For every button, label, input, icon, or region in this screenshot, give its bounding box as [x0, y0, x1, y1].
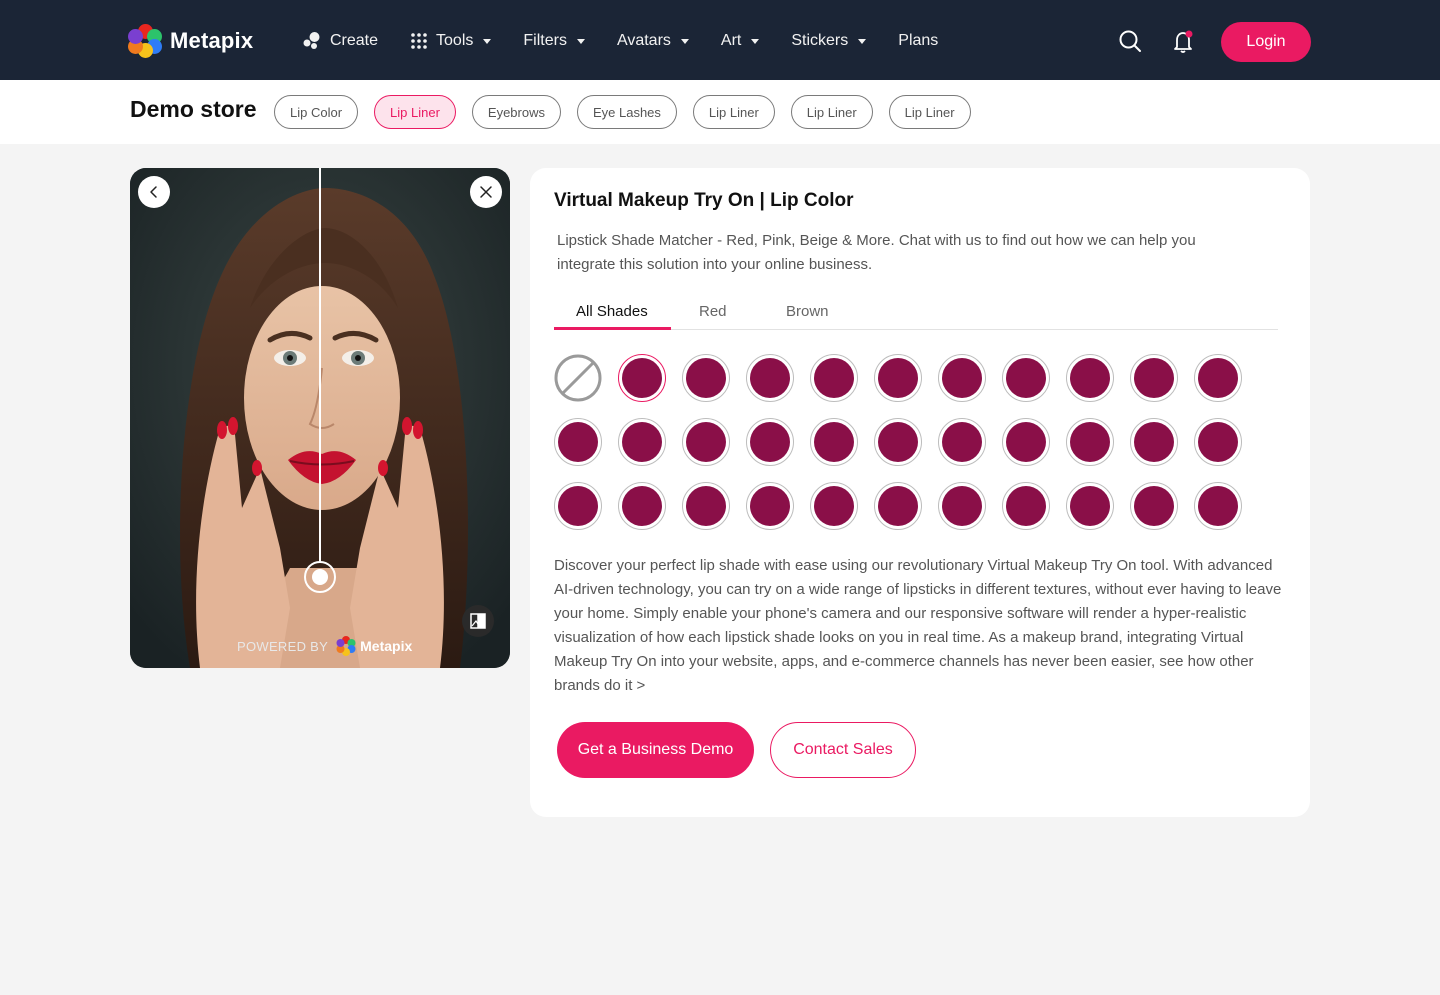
category-chip[interactable]: Eyebrows [471, 95, 561, 129]
shade-swatch[interactable] [1066, 418, 1114, 466]
category-bar: Demo store Lip Color Lip Liner Eyebrows Eye… [0, 80, 1440, 144]
business-demo-button[interactable]: Get a Business Demo [557, 722, 754, 778]
shade-swatch[interactable] [1194, 354, 1242, 402]
powered-by-badge: POWERED BY Metapix [237, 636, 412, 656]
shade-swatch[interactable] [1066, 482, 1114, 530]
shade-swatch[interactable] [746, 354, 794, 402]
brand-logo[interactable]: Metapix [128, 24, 253, 58]
shade-swatch[interactable] [938, 418, 986, 466]
compare-slider-handle[interactable] [304, 561, 336, 593]
logo-mark-icon [128, 24, 162, 58]
shade-swatch[interactable] [1130, 482, 1178, 530]
grid-icon [411, 33, 427, 49]
shade-swatch[interactable] [746, 482, 794, 530]
nav-item-label: Create [330, 32, 379, 49]
caret-down-icon [751, 38, 760, 44]
nav-item-label: Filters [523, 32, 567, 49]
shade-swatch[interactable] [1002, 482, 1050, 530]
try-on-viewer[interactable]: POWERED BY Metapix [130, 168, 510, 668]
product-title: Virtual Makeup Try On | Lip Color [554, 190, 854, 211]
nav-item-label: Art [720, 32, 742, 49]
shade-swatch[interactable] [554, 482, 602, 530]
caret-down-icon [483, 38, 492, 44]
powered-logo: Metapix [336, 636, 412, 656]
active-tab-indicator [554, 327, 671, 330]
category-chip[interactable]: Lip Liner [692, 95, 775, 129]
logo-text: Metapix [170, 28, 254, 53]
nav-item-label: Stickers [791, 32, 849, 49]
shade-swatch[interactable] [1066, 354, 1114, 402]
shade-tabs: All Shades Red Brown [554, 296, 1278, 330]
category-chip[interactable]: Lip Color [274, 95, 359, 129]
shade-swatch[interactable] [938, 482, 986, 530]
close-icon[interactable] [470, 176, 502, 208]
product-info-card: Virtual Makeup Try On | Lip Color Lipsti… [530, 168, 1310, 817]
shade-swatch[interactable] [1194, 482, 1242, 530]
create-icon [303, 32, 320, 49]
shade-swatch[interactable] [1130, 354, 1178, 402]
category-chip[interactable]: Lip Liner [888, 95, 971, 129]
nav-item-art[interactable]: Art [720, 28, 760, 54]
shade-swatch[interactable] [810, 482, 858, 530]
shade-swatch[interactable] [746, 418, 794, 466]
category-chips: Lip Color Lip Liner Eyebrows Eye Lashes Lip … [274, 95, 971, 129]
nav-item-filters[interactable]: Filters [523, 28, 585, 54]
powered-by-label: POWERED BY [237, 638, 329, 654]
search-icon[interactable] [1118, 28, 1142, 54]
no-shade-icon[interactable] [554, 354, 602, 402]
shade-swatch[interactable] [1130, 418, 1178, 466]
shade-swatch[interactable] [874, 418, 922, 466]
compare-icon[interactable] [462, 605, 494, 637]
shade-swatch[interactable] [938, 354, 986, 402]
caret-down-icon [858, 38, 867, 44]
nav-item-avatars[interactable]: Avatars [617, 28, 689, 54]
shade-swatch[interactable] [810, 418, 858, 466]
shade-swatch[interactable] [554, 418, 602, 466]
nav-item-label: Avatars [616, 32, 671, 49]
tab-red[interactable]: Red [699, 303, 727, 320]
nav-item-plans[interactable]: Plans [898, 28, 938, 54]
shade-swatch[interactable] [1002, 418, 1050, 466]
shade-swatch[interactable] [874, 354, 922, 402]
mini-logo-icon [336, 636, 356, 656]
chevron-left-icon[interactable] [138, 176, 170, 208]
category-chip[interactable]: Eye Lashes [576, 95, 677, 129]
tab-brown[interactable]: Brown [786, 303, 829, 320]
compare-divider [319, 168, 321, 563]
product-description: Discover your perfect lip shade with eas… [554, 557, 1282, 694]
nav-item-label: Plans [898, 32, 939, 49]
category-chip[interactable]: Lip Liner [790, 95, 873, 129]
login-button[interactable]: Login [1221, 22, 1311, 62]
category-chip[interactable]: Lip Liner [374, 95, 456, 129]
shade-swatch[interactable] [810, 354, 858, 402]
nav-item-stickers[interactable]: Stickers [791, 28, 867, 54]
contact-sales-button[interactable]: Contact Sales [770, 722, 916, 778]
nav-item-tools[interactable]: Tools [410, 28, 492, 54]
bell-icon[interactable] [1171, 28, 1195, 54]
shade-swatch[interactable] [618, 482, 666, 530]
caret-down-icon [680, 38, 689, 44]
powered-name: Metapix [360, 638, 413, 654]
tab-all-shades[interactable]: All Shades [576, 303, 648, 320]
store-title: Demo store [130, 96, 257, 122]
shade-swatch[interactable] [874, 482, 922, 530]
shade-swatch[interactable] [682, 354, 730, 402]
shade-swatch[interactable] [618, 354, 666, 402]
shade-swatch[interactable] [1194, 418, 1242, 466]
shade-swatch[interactable] [1002, 354, 1050, 402]
shade-swatch[interactable] [682, 418, 730, 466]
top-navbar: Metapix Create Tools Filters Avatars Art Stic… [0, 0, 1440, 80]
product-subtitle: Lipstick Shade Matcher - Red, Pink, Beig… [557, 232, 1196, 273]
nav-item-label: Tools [436, 32, 474, 49]
nav-item-create[interactable]: Create [302, 28, 378, 54]
nav-menu: Create Tools Filters Avatars Art Stickers Plan… [302, 28, 970, 54]
caret-down-icon [576, 38, 585, 44]
shade-swatch[interactable] [618, 418, 666, 466]
shade-swatch[interactable] [682, 482, 730, 530]
